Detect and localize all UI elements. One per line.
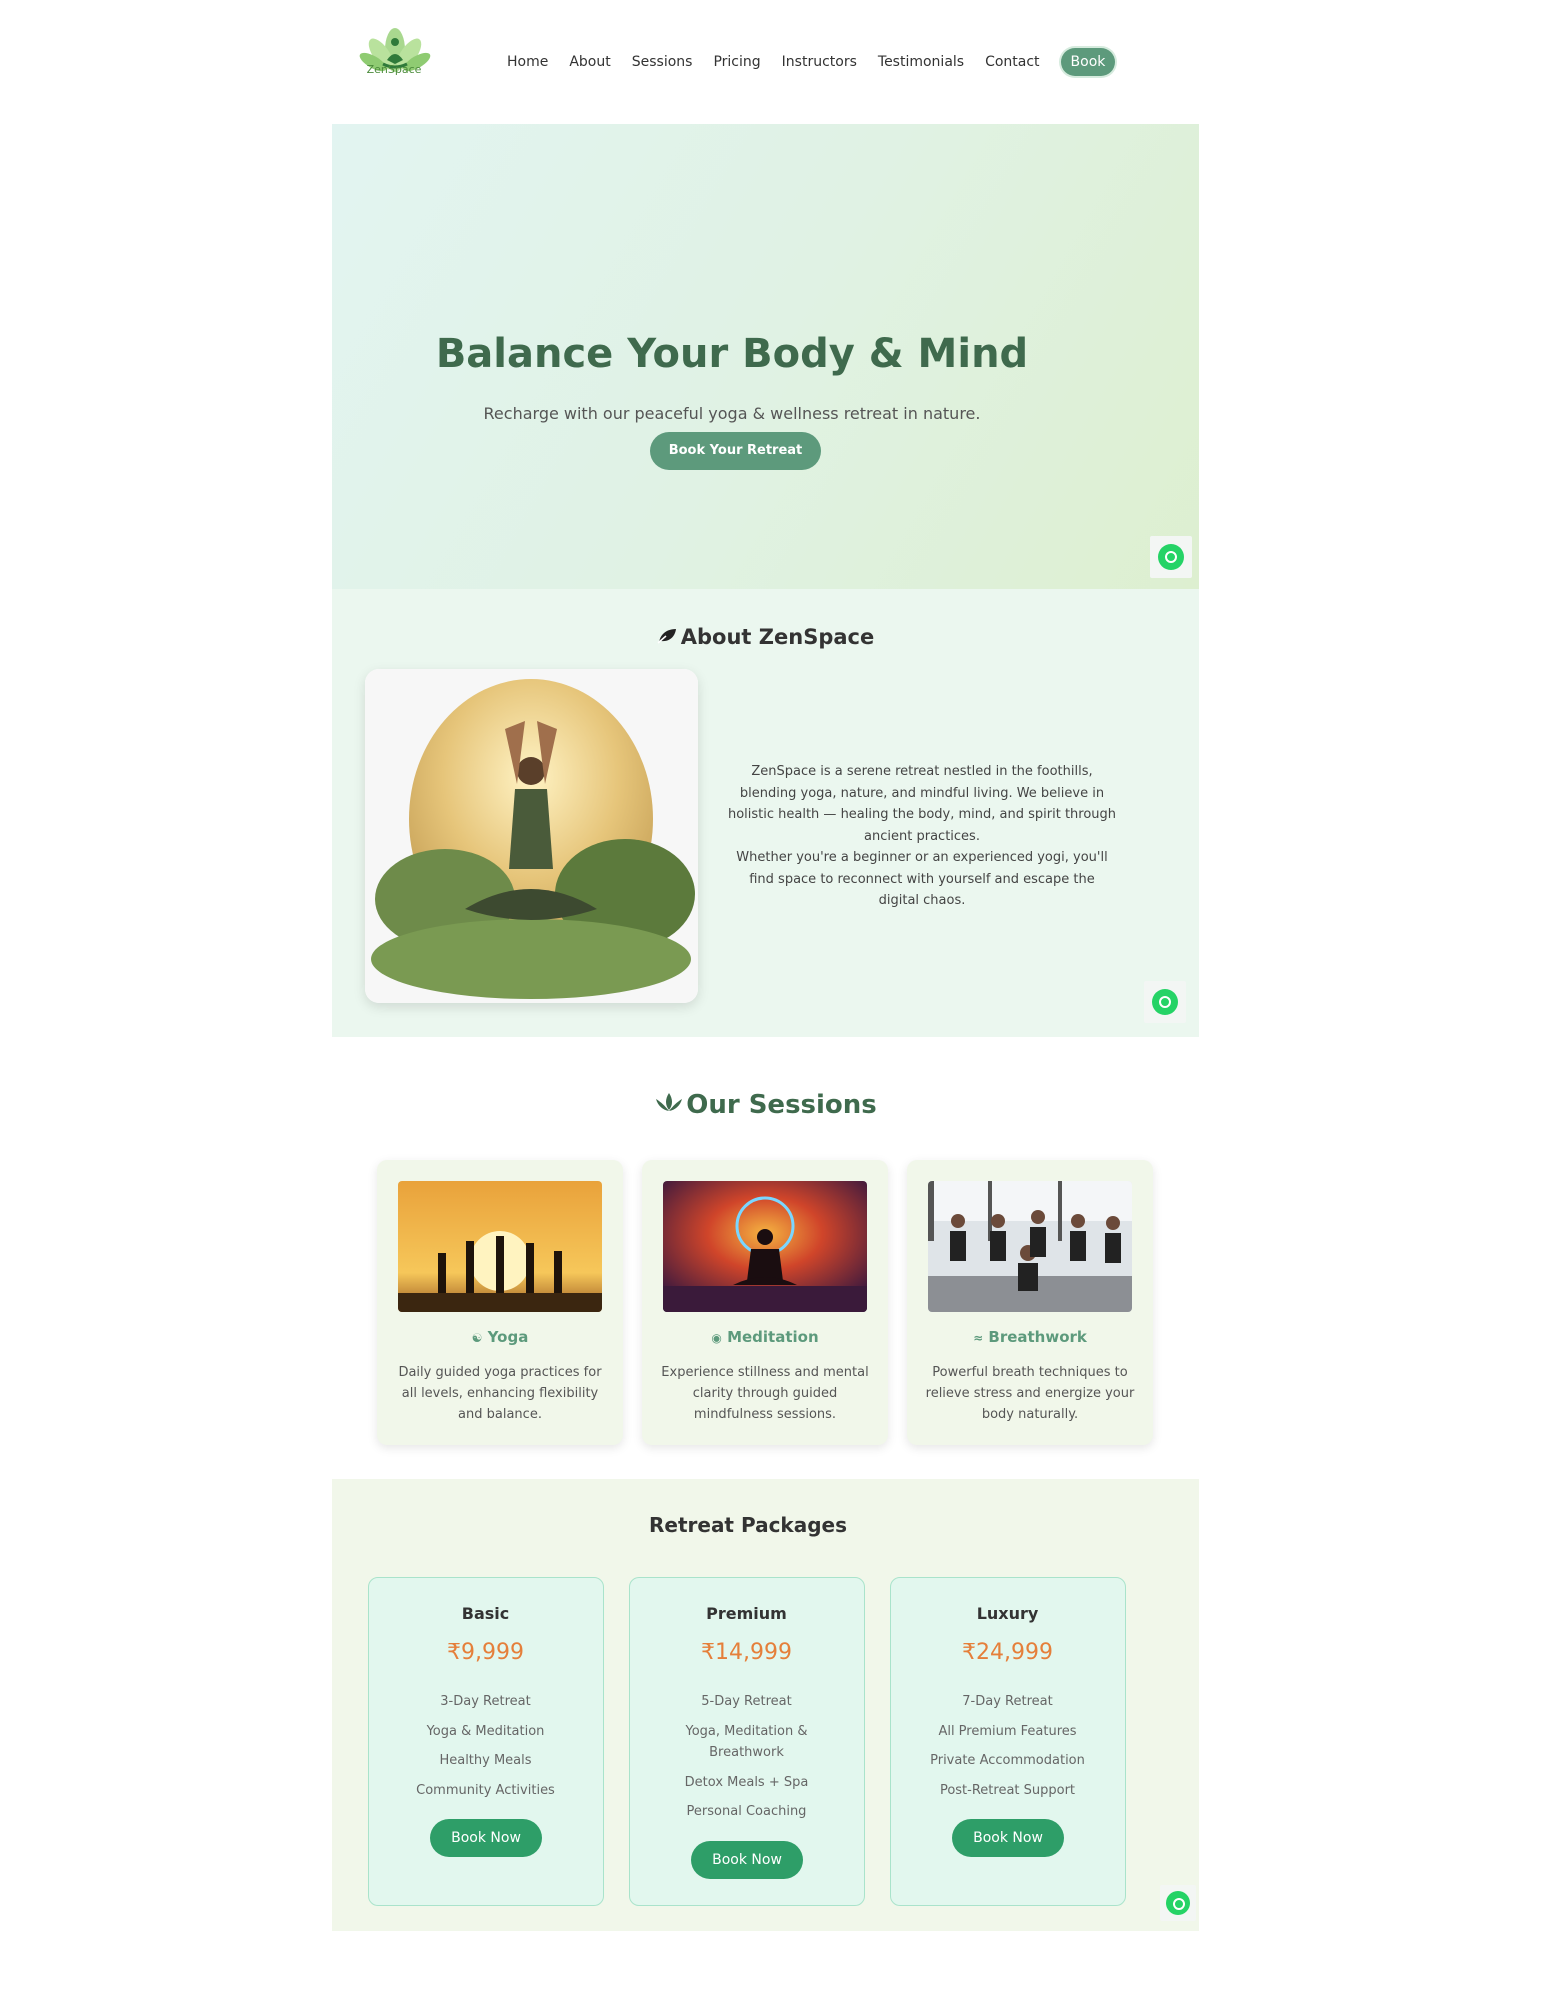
session-desc-meditation: Experience stillness and mental clarity … [661,1365,869,1422]
book-now-button-basic[interactable]: Book Now [430,1819,542,1857]
nav-sessions[interactable]: Sessions [632,47,693,77]
package-price: ₹9,999 [447,1640,524,1665]
nav-testimonials[interactable]: Testimonials [878,47,964,77]
book-now-button-premium[interactable]: Book Now [691,1841,803,1879]
top-nav: ZenSpace Home About Sessions Pricing Ins… [332,0,1199,124]
package-feature: Community Activities [416,1782,555,1798]
package-name: Premium [706,1604,787,1623]
package-feature: 3-Day Retreat [440,1694,531,1709]
yoga-sunset-image [398,1181,602,1312]
package-feature: Post-Retreat Support [939,1782,1076,1798]
package-feature: 7-Day Retreat [962,1694,1053,1709]
nav-contact[interactable]: Contact [985,47,1039,77]
session-desc-yoga: Daily guided yoga practices for all leve… [398,1365,602,1422]
whatsapp-button[interactable] [1150,536,1192,578]
session-title-breathwork: ≈ Breathwork [907,1328,1153,1346]
zenspace-logo[interactable] [355,20,435,96]
package-feature: Private Accommodation [930,1753,1085,1768]
package-feature: All Premium Features [938,1723,1077,1739]
session-title-yoga: ☯ Yoga [377,1328,623,1346]
nav-pricing[interactable]: Pricing [713,47,760,77]
session-desc-breathwork: Powerful breath techniques to relieve st… [925,1365,1135,1422]
whatsapp-icon [1158,544,1184,570]
about-paragraph-2: Whether you're a beginner or an experien… [736,850,1108,908]
about-section: About ZenSpace ZenSpace is a serene retr… [332,589,1199,1037]
package-feature: Yoga & Meditation [426,1723,545,1739]
hero-section: Balance Your Body & Mind Recharge with o… [332,124,1199,589]
package-card-basic: Basic ₹9,999 3-Day Retreat Yoga & Medita… [368,1577,604,1906]
hero-subtitle: Recharge with our peaceful yoga & wellne… [483,404,981,423]
hero-title: Balance Your Body & Mind [435,331,1029,377]
package-feature: Healthy Meals [439,1753,532,1768]
leaf-icon [657,625,677,644]
package-name: Basic [461,1604,510,1623]
nav-instructors[interactable]: Instructors [782,47,857,77]
whatsapp-button[interactable] [1144,981,1186,1023]
meditation-cosmic-image [663,1181,867,1312]
packages-title: Retreat Packages [648,1513,848,1537]
nav-links: Home About Sessions Pricing Instructors … [507,47,1116,77]
session-title-text: Yoga [487,1328,529,1346]
nav-about[interactable]: About [569,47,610,77]
package-price: ₹24,999 [962,1640,1053,1665]
logo-text: ZenSpace [366,63,422,76]
package-name: Luxury [976,1604,1039,1623]
session-title-meditation: ◉ Meditation [642,1328,888,1346]
whatsapp-icon [1152,989,1178,1015]
about-title-text: About ZenSpace [680,625,875,649]
brain-icon: ◉ [711,1331,722,1345]
session-title-text: Breathwork [988,1328,1087,1346]
whatsapp-icon [1166,1891,1190,1915]
sessions-title: Our Sessions [332,1090,1199,1120]
packages-section: Retreat Packages Basic ₹9,999 3-Day Retr… [332,1479,1199,1931]
about-description: ZenSpace is a serene retreat nestled in … [727,761,1117,912]
whatsapp-button[interactable] [1160,1885,1196,1921]
book-now-button-luxury[interactable]: Book Now [952,1819,1064,1857]
package-features: 7-Day Retreat All Premium Features Priva… [891,1691,1124,1809]
package-features: 3-Day Retreat Yoga & Meditation Healthy … [369,1691,602,1809]
session-title-text: Meditation [727,1328,819,1346]
session-card-breathwork[interactable]: ≈ Breathwork Powerful breath techniques … [907,1160,1153,1445]
wind-icon: ≈ [973,1331,984,1345]
package-feature: Detox Meals + Spa [684,1774,809,1790]
package-features: 5-Day Retreat Yoga, Meditation & Breathw… [630,1691,863,1831]
yoga-meditation-image [365,669,698,1003]
package-price: ₹14,999 [701,1640,792,1665]
session-card-meditation[interactable]: ◉ Meditation Experience stillness and me… [642,1160,888,1445]
person-icon: ☯ [471,1331,483,1345]
sessions-title-text: Our Sessions [686,1090,877,1120]
breathwork-class-image [928,1181,1132,1312]
book-retreat-button[interactable]: Book Your Retreat [650,432,821,470]
lotus-icon [654,1090,684,1112]
nav-home[interactable]: Home [507,47,548,77]
about-title: About ZenSpace [332,625,1199,649]
package-card-premium: Premium ₹14,999 5-Day Retreat Yoga, Medi… [629,1577,865,1906]
session-card-yoga[interactable]: ☯ Yoga Daily guided yoga practices for a… [377,1160,623,1445]
package-feature: Personal Coaching [686,1804,807,1819]
about-paragraph-1: ZenSpace is a serene retreat nestled in … [727,764,1117,844]
package-feature: 5-Day Retreat [701,1694,792,1709]
nav-book-button[interactable]: Book [1060,48,1116,76]
package-feature: Yoga, Meditation & Breathwork [685,1723,808,1761]
package-card-luxury: Luxury ₹24,999 7-Day Retreat All Premium… [890,1577,1126,1906]
